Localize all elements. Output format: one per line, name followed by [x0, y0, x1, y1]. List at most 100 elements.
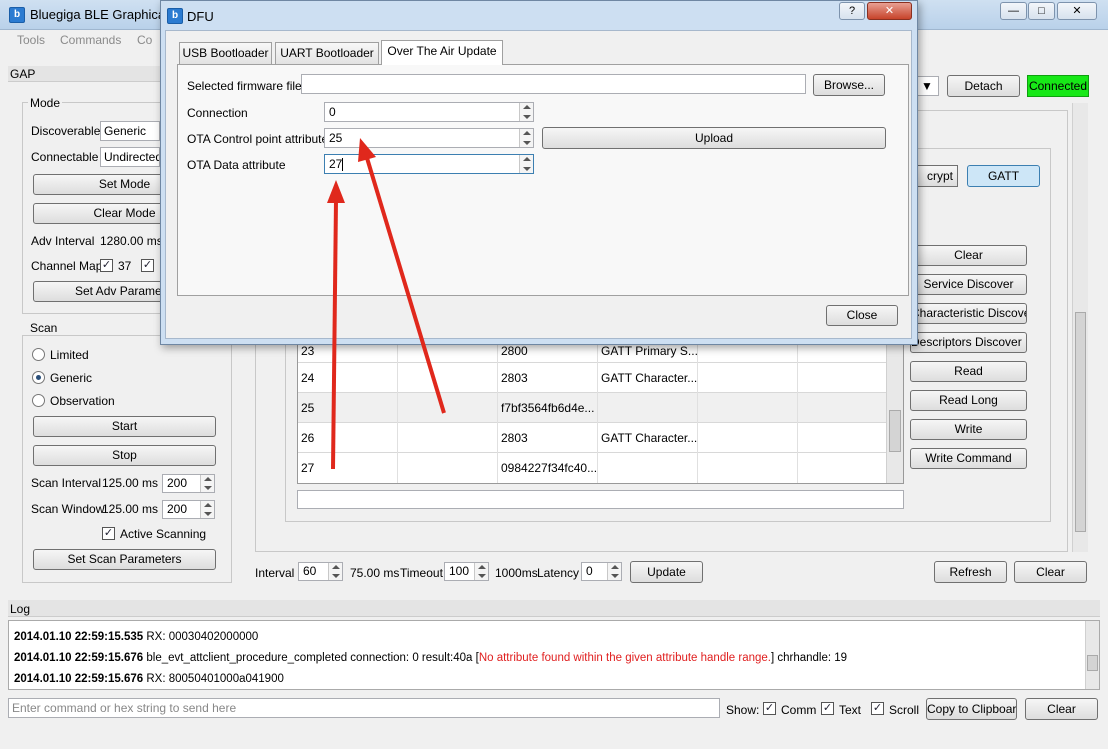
close-icon: ✕	[884, 5, 895, 17]
write-command-button[interactable]: Write Command	[910, 448, 1027, 469]
upload-button[interactable]: Upload	[542, 127, 886, 149]
tab-uart-bootloader[interactable]: UART Bootloader	[275, 42, 379, 64]
encrypt-button[interactable]: crypt	[912, 165, 958, 187]
connection-label: Connection	[187, 106, 248, 120]
tab-usb-bootloader[interactable]: USB Bootloader	[179, 42, 272, 64]
log-clear-button[interactable]: Clear	[1025, 698, 1098, 720]
close-icon: ✕	[1072, 5, 1082, 17]
spinner-arrows-icon[interactable]	[474, 563, 488, 580]
copy-to-clipboard-button[interactable]: Copy to Clipboard	[926, 698, 1017, 720]
dfu-help-button[interactable]: ?	[839, 2, 865, 20]
table-row[interactable]: 24 2803 GATT Character...	[298, 363, 886, 393]
latency-spinner[interactable]: 0	[581, 562, 622, 581]
connection-value: 0	[329, 105, 336, 119]
main-vertical-scrollbar[interactable]	[1072, 103, 1088, 552]
ota-control-label: OTA Control point attribute	[187, 132, 329, 146]
log-scrollbar[interactable]	[1085, 621, 1099, 689]
read-button[interactable]: Read	[910, 361, 1027, 382]
comm-label: Comm	[781, 703, 817, 717]
row-col5	[698, 453, 798, 483]
interval-spinner[interactable]: 60	[298, 562, 343, 581]
main-close-button[interactable]: ✕	[1057, 2, 1097, 20]
app-icon: b	[9, 7, 25, 23]
timeout-label: Timeout	[400, 566, 443, 580]
firmware-file-input[interactable]	[301, 74, 806, 94]
discoverable-select[interactable]: Generic	[100, 121, 160, 141]
spinner-arrows-icon[interactable]	[200, 475, 214, 492]
start-scan-button[interactable]: Start	[33, 416, 216, 437]
scan-window-ms: 125.00 ms	[102, 502, 159, 516]
browse-button[interactable]: Browse...	[813, 74, 885, 96]
help-icon: ?	[848, 5, 856, 17]
table-row[interactable]: 27 0984227f34fc40...	[298, 453, 886, 483]
write-button[interactable]: Write	[910, 419, 1027, 440]
timeout-ms: 1000ms	[495, 566, 538, 580]
conn-clear-button[interactable]: Clear	[1014, 561, 1087, 583]
descriptors-discover-button[interactable]: Descriptors Discover	[910, 332, 1027, 353]
service-discover-button[interactable]: Service Discover	[910, 274, 1027, 295]
minimize-button[interactable]: —	[1000, 2, 1027, 20]
ota-control-spinner[interactable]: 25	[324, 128, 534, 148]
update-button[interactable]: Update	[630, 561, 703, 583]
gatt-clear-button[interactable]: Clear	[910, 245, 1027, 266]
log-line: 2014.01.10 22:59:15.676 RX: 80050401000a…	[14, 673, 284, 685]
stop-scan-button[interactable]: Stop	[33, 445, 216, 466]
radio-limited[interactable]	[32, 348, 45, 361]
command-input[interactable]: Enter command or hex string to send here	[8, 698, 720, 718]
comm-checkbox[interactable]: ✓	[763, 702, 776, 715]
gatt-value-input[interactable]	[297, 490, 904, 509]
adv-interval-label: Adv Interval	[31, 234, 95, 248]
dfu-close-x-button[interactable]: ✕	[867, 2, 912, 20]
dfu-close-button[interactable]: Close	[826, 305, 898, 326]
spinner-arrows-icon[interactable]	[328, 563, 342, 580]
connection-spinner[interactable]: 0	[324, 102, 534, 122]
timeout-value: 100	[449, 564, 470, 578]
active-scanning-checkbox[interactable]: ✓	[102, 527, 115, 540]
spinner-arrows-icon[interactable]	[519, 103, 533, 121]
menu-tools[interactable]: Tools	[17, 33, 45, 47]
scan-interval-label: Scan Interval	[31, 476, 102, 490]
log-header: Log	[8, 600, 1100, 617]
radio-generic[interactable]	[32, 371, 45, 384]
maximize-button[interactable]: □	[1028, 2, 1055, 20]
spinner-arrows-icon[interactable]	[200, 501, 214, 518]
set-scan-params-button[interactable]: Set Scan Parameters	[33, 549, 216, 570]
scroll-checkbox[interactable]: ✓	[871, 702, 884, 715]
spinner-arrows-icon[interactable]	[607, 563, 621, 580]
command-placeholder: Enter command or hex string to send here	[12, 701, 237, 715]
log-scroll-thumb[interactable]	[1087, 655, 1098, 671]
main-scroll-thumb[interactable]	[1075, 312, 1086, 532]
log-line: 2014.01.10 22:59:15.676 ble_evt_attclien…	[14, 652, 847, 664]
refresh-button[interactable]: Refresh	[934, 561, 1007, 583]
table-row[interactable]: 25 f7bf3564fb6d4e...	[298, 393, 886, 423]
scan-window-spinner[interactable]: 200	[162, 500, 215, 519]
scan-group-label: Scan	[28, 321, 60, 335]
dfu-app-icon: b	[167, 8, 183, 24]
spinner-arrows-icon[interactable]	[519, 129, 533, 147]
channel-37-checkbox[interactable]: ✓	[100, 259, 113, 272]
scan-interval-spinner[interactable]: 200	[162, 474, 215, 493]
row-uuid: f7bf3564fb6d4e...	[498, 393, 598, 423]
detach-button[interactable]: Detach	[947, 75, 1020, 97]
text-checkbox[interactable]: ✓	[821, 702, 834, 715]
interval-label: Interval	[255, 566, 295, 580]
spinner-arrows-icon[interactable]	[519, 155, 533, 173]
connectable-select[interactable]: Undirected	[100, 147, 160, 167]
table-scrollbar[interactable]	[886, 335, 903, 483]
radio-observation[interactable]	[32, 394, 45, 407]
channel-38-checkbox[interactable]: ✓	[141, 259, 154, 272]
ota-data-spinner[interactable]: 27	[324, 154, 534, 174]
log-text-tail: ] chrhandle: 19	[770, 652, 848, 664]
read-long-button[interactable]: Read Long	[910, 390, 1027, 411]
table-scroll-thumb[interactable]	[889, 410, 901, 452]
ota-control-value: 25	[329, 131, 343, 145]
characteristic-discover-button[interactable]: Characteristic Discover	[910, 303, 1027, 324]
timeout-spinner[interactable]: 100	[444, 562, 489, 581]
row-handle: 26	[298, 423, 398, 453]
connectable-label: Connectable	[31, 150, 99, 164]
menu-more[interactable]: Co	[137, 33, 152, 47]
table-row[interactable]: 26 2803 GATT Character...	[298, 423, 886, 453]
menu-commands[interactable]: Commands	[60, 33, 121, 47]
gatt-button[interactable]: GATT	[967, 165, 1040, 187]
tab-ota-update[interactable]: Over The Air Update	[381, 40, 503, 65]
